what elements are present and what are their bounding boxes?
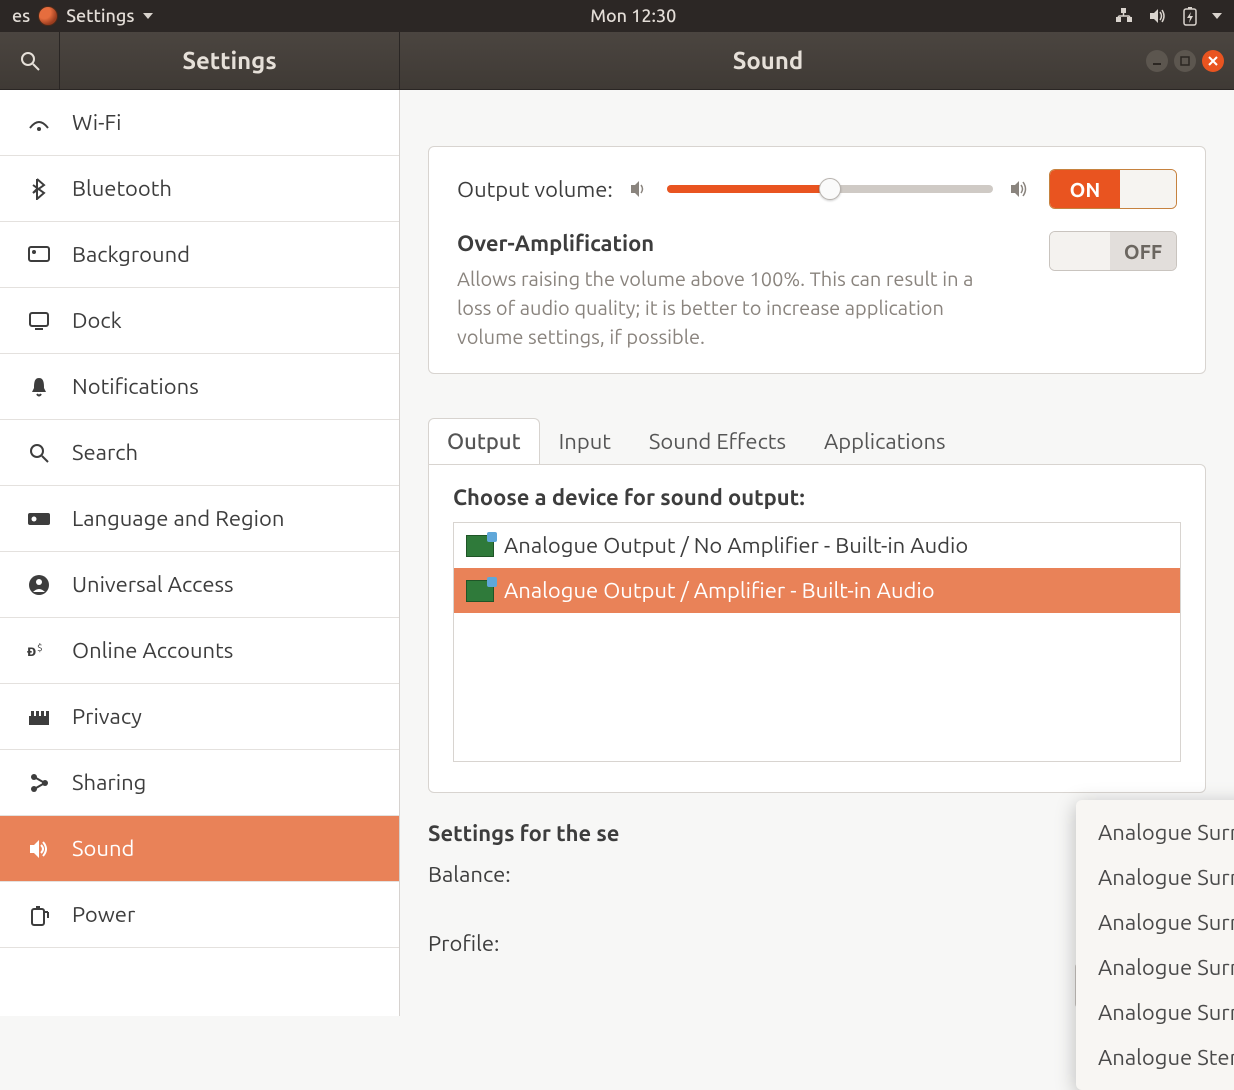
sidebar-item-label: Privacy — [72, 704, 142, 729]
output-device-label: Analogue Output / Amplifier - Built-in A… — [504, 578, 935, 603]
sidebar-item-sharing[interactable]: Sharing — [0, 750, 399, 816]
over-amplification-title: Over-Amplification — [457, 231, 1019, 256]
maximize-button[interactable] — [1174, 50, 1196, 72]
settings-app-icon — [38, 6, 58, 26]
sidebar-item-wifi[interactable]: Wi-Fi — [0, 90, 399, 156]
sidebar-item-language-region[interactable]: Language and Region — [0, 486, 399, 552]
balance-label: Balance: — [428, 862, 548, 887]
page-title: Sound — [400, 47, 1136, 74]
sound-card-icon — [466, 535, 494, 557]
over-amplification-switch[interactable]: OFF — [1049, 231, 1177, 271]
profile-option[interactable]: Analogue Surround 2.1 Output — [1076, 900, 1234, 945]
sidebar-item-label: Online Accounts — [72, 638, 233, 663]
sidebar-item-universal-access[interactable]: Universal Access — [0, 552, 399, 618]
switch-on-label: ON — [1050, 170, 1120, 208]
sidebar-item-label: Search — [72, 440, 138, 465]
sidebar-item-privacy[interactable]: Privacy — [0, 684, 399, 750]
sidebar-title: Settings — [60, 47, 399, 74]
minimize-button[interactable] — [1146, 50, 1168, 72]
sidebar-item-label: Sound — [72, 836, 134, 861]
clock[interactable]: Mon 12:30 — [153, 6, 1115, 26]
battery-icon[interactable] — [1182, 6, 1198, 26]
power-icon — [26, 904, 52, 926]
profile-label: Profile: — [428, 931, 548, 956]
sharing-icon — [26, 773, 52, 793]
profile-option[interactable]: Analogue Surround 5.1 Output — [1076, 990, 1234, 1035]
language-region-icon — [26, 510, 52, 528]
output-device-row[interactable]: Analogue Output / No Amplifier - Built-i… — [454, 523, 1180, 568]
output-volume-label: Output volume: — [457, 177, 613, 202]
sidebar-item-bluetooth[interactable]: Bluetooth — [0, 156, 399, 222]
search-icon — [26, 443, 52, 463]
tab-output[interactable]: Output — [428, 418, 540, 464]
speaker-high-icon — [1009, 179, 1033, 199]
app-menu-label[interactable]: Settings — [66, 6, 134, 26]
output-device-label: Analogue Output / No Amplifier - Built-i… — [504, 533, 968, 558]
bluetooth-icon — [26, 178, 52, 200]
sound-settings-content: Output volume: ON Over-Amplification — [400, 90, 1234, 1016]
window-titlebar: Settings Sound — [0, 32, 1234, 90]
sidebar-item-notifications[interactable]: Notifications — [0, 354, 399, 420]
left-app-fragment: es — [12, 6, 30, 26]
sidebar-item-label: Dock — [72, 308, 122, 333]
output-volume-switch[interactable]: ON — [1049, 169, 1177, 209]
output-device-list: Analogue Output / No Amplifier - Built-i… — [453, 522, 1181, 762]
profile-option[interactable]: Analogue Surround 4.1 Output — [1076, 945, 1234, 990]
sidebar-item-label: Wi-Fi — [72, 110, 121, 135]
output-volume-slider[interactable] — [667, 185, 993, 193]
sidebar-item-online-accounts[interactable]: ᴆ$ Online Accounts — [0, 618, 399, 684]
profile-option[interactable]: Analogue Surround 5.0 Output — [1076, 855, 1234, 900]
svg-text:$: $ — [37, 642, 43, 653]
speaker-low-icon — [629, 179, 651, 199]
choose-device-heading: Choose a device for sound output: — [453, 485, 1181, 510]
chevron-down-icon[interactable] — [143, 13, 153, 19]
volume-icon[interactable] — [1148, 7, 1168, 25]
sidebar-item-dock[interactable]: Dock — [0, 288, 399, 354]
output-tab-panel: Choose a device for sound output: Analog… — [428, 464, 1206, 793]
tab-applications[interactable]: Applications — [805, 418, 965, 464]
switch-off-label: OFF — [1110, 232, 1176, 270]
over-amplification-desc: Allows raising the volume above 100%. Th… — [457, 264, 977, 351]
wifi-icon — [26, 114, 52, 132]
online-accounts-icon: ᴆ$ — [26, 641, 52, 661]
settings-sidebar: Wi-Fi Bluetooth Background Dock Notification… — [0, 90, 400, 1016]
output-device-row[interactable]: Analogue Output / Amplifier - Built-in A… — [454, 568, 1180, 613]
notifications-icon — [26, 376, 52, 398]
universal-access-icon — [26, 574, 52, 596]
profile-option[interactable]: Analogue Stereo Output — [1076, 1035, 1234, 1080]
close-button[interactable] — [1202, 50, 1224, 72]
sidebar-item-label: Power — [72, 902, 135, 927]
output-volume-card: Output volume: ON Over-Amplification — [428, 146, 1206, 374]
sound-card-icon — [466, 580, 494, 602]
sidebar-item-sound[interactable]: Sound — [0, 816, 399, 882]
network-icon[interactable] — [1114, 7, 1134, 25]
sound-tabs: OutputInputSound EffectsApplications — [428, 418, 1206, 464]
sidebar-item-background[interactable]: Background — [0, 222, 399, 288]
background-icon — [26, 246, 52, 264]
sidebar-item-label: Language and Region — [72, 506, 284, 531]
system-menu-chevron-icon[interactable] — [1212, 13, 1222, 19]
tab-input[interactable]: Input — [540, 418, 630, 464]
desktop-top-panel: es Settings Mon 12:30 — [0, 0, 1234, 32]
tab-sound-effects[interactable]: Sound Effects — [630, 418, 805, 464]
sound-icon — [26, 839, 52, 859]
profile-dropdown-menu: Analogue Surround 4.0 OutputAnalogue Sur… — [1076, 800, 1234, 1090]
sidebar-item-label: Universal Access — [72, 572, 234, 597]
window-controls — [1136, 50, 1234, 72]
privacy-icon — [26, 708, 52, 726]
svg-text:ᴆ: ᴆ — [27, 642, 36, 660]
sidebar-item-label: Notifications — [72, 374, 199, 399]
search-button[interactable] — [0, 32, 60, 89]
sidebar-item-power[interactable]: Power — [0, 882, 399, 948]
dock-icon — [26, 311, 52, 331]
sidebar-item-label: Sharing — [72, 770, 146, 795]
sidebar-item-search[interactable]: Search — [0, 420, 399, 486]
sidebar-item-label: Background — [72, 242, 190, 267]
sidebar-item-label: Bluetooth — [72, 176, 172, 201]
profile-option[interactable]: Analogue Surround 4.0 Output — [1076, 810, 1234, 855]
